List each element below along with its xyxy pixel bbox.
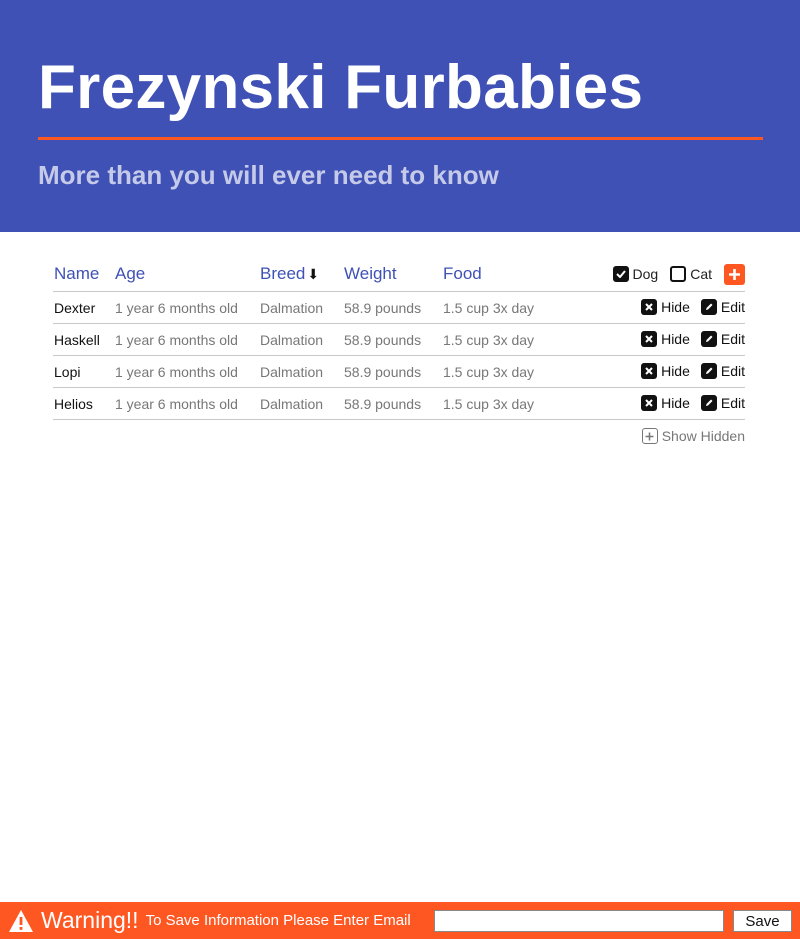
header-divider [38,137,763,140]
table-row: Lopi 1 year 6 months old Dalmation 58.9 … [53,356,745,388]
row-actions: Hide Edit [641,331,745,347]
table-row: Helios 1 year 6 months old Dalmation 58.… [53,388,745,420]
hide-button[interactable]: Hide [641,363,690,379]
table-row: Haskell 1 year 6 months old Dalmation 58… [53,324,745,356]
row-actions: Hide Edit [641,299,745,315]
hide-label: Hide [661,395,690,411]
cell-breed: Dalmation [260,364,324,380]
cell-age: 1 year 6 months old [115,364,238,380]
warning-message: To Save Information Please Enter Email [145,912,411,929]
close-box-icon [641,363,658,379]
pencil-icon [700,331,717,347]
filter-dog-label: Dog [632,266,659,282]
cell-food: 1.5 cup 3x day [443,300,535,316]
plus-box-icon [641,428,658,444]
add-pet-button[interactable] [724,263,745,285]
cell-food: 1.5 cup 3x day [443,364,535,380]
column-header-breed-label: Breed [260,264,306,283]
cell-weight: 58.9 pounds [344,332,422,348]
cell-age: 1 year 6 months old [115,300,238,316]
column-header-weight[interactable]: Weight [344,264,397,284]
warning-icon [8,909,34,933]
edit-button[interactable]: Edit [700,395,745,411]
save-button[interactable]: Save [733,910,792,932]
page-subtitle: More than you will ever need to know [38,160,499,190]
pencil-icon [700,363,717,379]
row-actions: Hide Edit [641,363,745,379]
hide-label: Hide [661,299,690,315]
filter-cat[interactable]: Cat [670,266,712,282]
close-box-icon [641,395,658,411]
show-hidden-button[interactable]: Show Hidden [641,428,745,444]
show-hidden-label: Show Hidden [661,428,745,444]
plus-icon [729,268,740,280]
hide-button[interactable]: Hide [641,299,690,315]
pencil-icon [700,395,717,411]
type-filters: Dog Cat [612,263,745,285]
table-header: Name Age Breed ⬇ Weight Food Dog Cat [53,256,745,292]
cell-name: Helios [54,396,93,412]
page-title: Frezynski Furbabies [38,53,644,122]
hide-button[interactable]: Hide [641,395,690,411]
hide-label: Hide [661,363,690,379]
cell-name: Lopi [54,364,81,380]
cell-weight: 58.9 pounds [344,396,422,412]
cell-breed: Dalmation [260,332,324,348]
edit-button[interactable]: Edit [700,331,745,347]
cell-weight: 58.9 pounds [344,300,422,316]
close-box-icon [641,299,658,315]
edit-button[interactable]: Edit [700,299,745,315]
cell-food: 1.5 cup 3x day [443,332,535,348]
column-header-breed[interactable]: Breed ⬇ [260,264,319,284]
edit-label: Edit [720,299,745,315]
cell-breed: Dalmation [260,396,324,412]
cell-name: Dexter [54,300,96,316]
arrow-down-icon: ⬇ [307,266,320,282]
page-header: Frezynski Furbabies More than you will e… [0,0,800,232]
row-actions: Hide Edit [641,395,745,411]
edit-label: Edit [720,363,745,379]
cell-name: Haskell [54,332,100,348]
cell-weight: 58.9 pounds [344,364,422,380]
hide-button[interactable]: Hide [641,331,690,347]
hide-label: Hide [661,331,690,347]
warning-title: Warning!! [41,907,139,933]
checkbox-unchecked-icon[interactable] [670,266,687,282]
edit-label: Edit [720,331,745,347]
column-header-name[interactable]: Name [54,264,99,284]
cell-age: 1 year 6 months old [115,396,238,412]
edit-button[interactable]: Edit [700,363,745,379]
pets-table: Name Age Breed ⬇ Weight Food Dog Cat Dext… [53,256,745,444]
checkbox-checked-icon[interactable] [612,266,629,282]
cell-breed: Dalmation [260,300,324,316]
edit-label: Edit [720,395,745,411]
table-row: Dexter 1 year 6 months old Dalmation 58.… [53,292,745,324]
close-box-icon [641,331,658,347]
cell-food: 1.5 cup 3x day [443,396,535,412]
email-field[interactable] [434,910,724,932]
pencil-icon [700,299,717,315]
warning-bar: Warning!! To Save Information Please Ent… [0,902,800,939]
filter-dog[interactable]: Dog [612,266,659,282]
filter-cat-label: Cat [690,266,712,282]
cell-age: 1 year 6 months old [115,332,238,348]
column-header-food[interactable]: Food [443,264,482,284]
column-header-age[interactable]: Age [115,264,145,284]
